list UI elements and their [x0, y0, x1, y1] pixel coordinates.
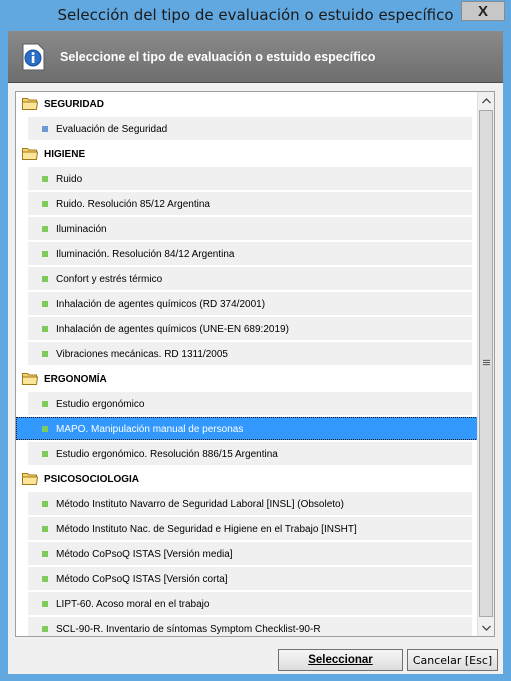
list-item[interactable]: Método CoPsoQ ISTAS [Versión media]	[16, 542, 478, 567]
list-item[interactable]: Método Instituto Nac. de Seguridad e Hig…	[16, 517, 478, 542]
scroll-down-button[interactable]	[478, 619, 494, 636]
item-label: Inhalación de agentes químicos (RD 374/2…	[56, 299, 266, 310]
close-button[interactable]: X	[461, 1, 505, 21]
group-label: PSICOSOCIOLOGIA	[44, 474, 140, 485]
folder-icon	[22, 473, 38, 485]
item-label: Inhalación de agentes químicos (UNE-EN 6…	[56, 324, 289, 335]
item-label: SCL-90-R. Inventario de síntomas Symptom…	[56, 624, 321, 635]
list-item[interactable]: SCL-90-R. Inventario de síntomas Symptom…	[16, 617, 478, 636]
item-label: Vibraciones mecánicas. RD 1311/2005	[56, 349, 228, 360]
bullet-icon	[42, 176, 48, 182]
header-banner: Seleccione el tipo de evaluación o estui…	[8, 31, 503, 83]
list-group-header[interactable]: ERGONOMÍA	[16, 367, 478, 392]
folder-icon	[22, 148, 38, 160]
window-title: Selección del tipo de evaluación o estui…	[57, 6, 454, 24]
item-label: Iluminación	[56, 224, 107, 235]
list-item[interactable]: LIPT-60. Acoso moral en el trabajo	[16, 592, 478, 617]
folder-icon	[22, 373, 38, 385]
item-label: Método Instituto Nac. de Seguridad e Hig…	[56, 524, 357, 535]
select-button[interactable]: Seleccionar	[278, 649, 403, 671]
bullet-icon	[42, 576, 48, 582]
dialog-body: Seleccione el tipo de evaluación o estui…	[8, 31, 503, 674]
list-group-header[interactable]: SEGURIDAD	[16, 92, 478, 117]
info-icon	[22, 43, 45, 71]
bullet-icon	[42, 301, 48, 307]
bullet-icon	[42, 226, 48, 232]
list-item[interactable]: Método Instituto Navarro de Seguridad La…	[16, 492, 478, 517]
list-group-header[interactable]: PSICOSOCIOLOGIA	[16, 467, 478, 492]
chevron-up-icon	[481, 97, 491, 103]
title-bar[interactable]: Selección del tipo de evaluación o estui…	[0, 0, 511, 31]
item-label: Estudio ergonómico	[56, 399, 145, 410]
list-rows: SEGURIDAD Evaluación de Seguridad HIGIENE R…	[16, 92, 478, 636]
list-item[interactable]: Vibraciones mecánicas. RD 1311/2005	[16, 342, 478, 367]
bullet-icon	[42, 526, 48, 532]
folder-icon	[22, 98, 38, 110]
list-item[interactable]: Iluminación	[16, 217, 478, 242]
dialog-window: Selección del tipo de evaluación o estui…	[0, 0, 511, 681]
list-item[interactable]: Evaluación de Seguridad	[16, 117, 478, 142]
item-label: Ruido. Resolución 85/12 Argentina	[56, 199, 210, 210]
list-item[interactable]: Iluminación. Resolución 84/12 Argentina	[16, 242, 478, 267]
bullet-icon	[42, 251, 48, 257]
list-item[interactable]: Inhalación de agentes químicos (RD 374/2…	[16, 292, 478, 317]
group-label: ERGONOMÍA	[44, 374, 107, 385]
list-item[interactable]: Estudio ergonómico. Resolución 886/15 Ar…	[16, 442, 478, 467]
chevron-down-icon	[481, 625, 491, 631]
list-item[interactable]: Confort y estrés térmico	[16, 267, 478, 292]
item-label: Método CoPsoQ ISTAS [Versión media]	[56, 549, 233, 560]
bullet-icon	[42, 351, 48, 357]
item-label: Confort y estrés térmico	[56, 274, 163, 285]
group-label: SEGURIDAD	[44, 99, 105, 110]
item-label: MAPO. Manipulación manual de personas	[56, 424, 244, 435]
list-item-selected[interactable]: MAPO. Manipulación manual de personas	[16, 417, 478, 442]
list-item[interactable]: Estudio ergonómico	[16, 392, 478, 417]
list-group-header[interactable]: HIGIENE	[16, 142, 478, 167]
item-label: Ruido	[56, 174, 83, 185]
bullet-icon	[42, 451, 48, 457]
bullet-icon	[42, 601, 48, 607]
list-item[interactable]: Ruido. Resolución 85/12 Argentina	[16, 192, 478, 217]
item-label: Estudio ergonómico. Resolución 886/15 Ar…	[56, 449, 278, 460]
cancel-button[interactable]: Cancelar [Esc]	[407, 649, 498, 671]
list-item[interactable]: Inhalación de agentes químicos (UNE-EN 6…	[16, 317, 478, 342]
header-title: Seleccione el tipo de evaluación o estui…	[60, 50, 376, 64]
item-label: Método CoPsoQ ISTAS [Versión corta]	[56, 574, 228, 585]
bullet-icon	[42, 201, 48, 207]
evaluation-type-list[interactable]: SEGURIDAD Evaluación de Seguridad HIGIENE R…	[15, 91, 495, 637]
list-item[interactable]: Método CoPsoQ ISTAS [Versión corta]	[16, 567, 478, 592]
item-label: Iluminación. Resolución 84/12 Argentina	[56, 249, 235, 260]
group-label: HIGIENE	[44, 149, 86, 160]
scroll-thumb[interactable]	[479, 110, 493, 617]
list-item[interactable]: Ruido	[16, 167, 478, 192]
item-background	[28, 167, 472, 190]
item-label: LIPT-60. Acoso moral en el trabajo	[56, 599, 210, 610]
item-label: Evaluación de Seguridad	[56, 124, 168, 135]
bullet-icon	[42, 401, 48, 407]
vertical-scrollbar[interactable]	[477, 92, 494, 636]
bullet-icon	[42, 501, 48, 507]
grip-icon	[483, 359, 490, 366]
bullet-icon	[42, 426, 48, 432]
scroll-up-button[interactable]	[478, 92, 494, 109]
item-label: Método Instituto Navarro de Seguridad La…	[56, 499, 344, 510]
bullet-icon	[42, 326, 48, 332]
bullet-icon	[42, 126, 48, 132]
bullet-icon	[42, 551, 48, 557]
bullet-icon	[42, 276, 48, 282]
bullet-icon	[42, 626, 48, 632]
